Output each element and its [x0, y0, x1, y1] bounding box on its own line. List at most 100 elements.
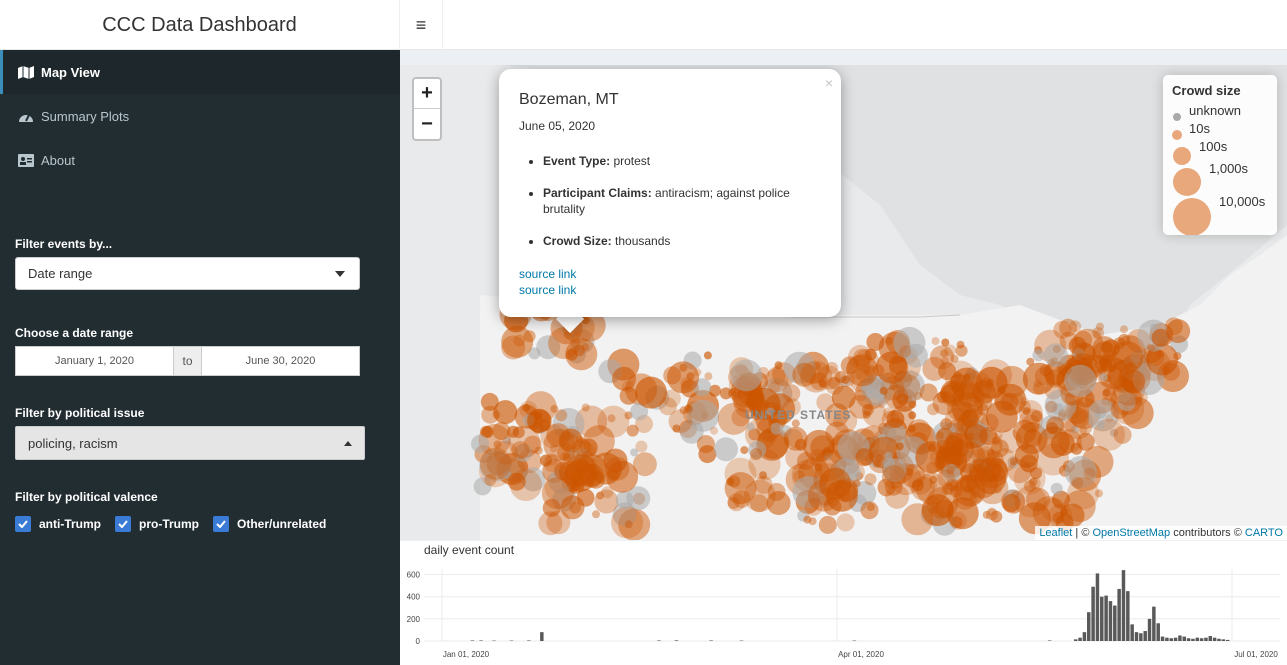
event-marker[interactable]	[1059, 331, 1078, 350]
event-marker[interactable]	[911, 479, 924, 492]
checkbox-other-unrelated[interactable]: Other/unrelated	[213, 516, 326, 532]
event-marker[interactable]	[797, 452, 815, 471]
event-marker[interactable]	[471, 434, 489, 453]
event-marker[interactable]	[684, 404, 693, 413]
event-marker[interactable]	[1059, 507, 1068, 516]
event-marker[interactable]	[862, 410, 871, 419]
issue-select[interactable]: policing, racism	[15, 426, 365, 460]
event-marker[interactable]	[952, 460, 961, 469]
source-link[interactable]: source link	[519, 267, 576, 281]
hamburger-icon[interactable]: ≡	[416, 15, 427, 36]
event-marker[interactable]	[1032, 349, 1045, 362]
date-end-input[interactable]: June 30, 2020	[201, 346, 360, 376]
event-marker[interactable]	[667, 361, 700, 394]
event-marker[interactable]	[730, 359, 763, 392]
event-marker[interactable]	[955, 344, 968, 357]
event-marker[interactable]	[703, 351, 712, 360]
sidebar-item-map-view[interactable]: Map View	[0, 50, 400, 94]
event-marker[interactable]	[818, 515, 837, 534]
event-marker[interactable]	[523, 330, 536, 343]
event-marker[interactable]	[864, 473, 877, 486]
sidebar-item-about[interactable]: About	[0, 138, 400, 182]
checkbox-checked-icon[interactable]	[15, 516, 31, 532]
event-marker[interactable]	[686, 372, 695, 381]
checkbox-pro-trump[interactable]: pro-Trump	[115, 516, 199, 532]
event-marker[interactable]	[607, 414, 616, 423]
event-marker[interactable]	[1029, 477, 1038, 486]
event-marker[interactable]	[576, 488, 595, 507]
event-marker[interactable]	[714, 437, 738, 462]
event-marker[interactable]	[615, 490, 634, 509]
event-marker[interactable]	[1102, 387, 1115, 400]
event-marker[interactable]	[783, 426, 808, 451]
event-marker[interactable]	[1014, 485, 1047, 518]
event-marker[interactable]	[1026, 357, 1035, 366]
event-marker[interactable]	[881, 464, 906, 489]
osm-link[interactable]: OpenStreetMap	[1092, 527, 1170, 539]
leaflet-link[interactable]: Leaflet	[1039, 527, 1072, 539]
sidebar-toggle-button[interactable]: ≡	[400, 0, 443, 50]
event-marker[interactable]	[759, 471, 767, 480]
event-marker[interactable]	[1151, 328, 1170, 347]
event-marker[interactable]	[953, 485, 978, 510]
event-marker[interactable]	[1071, 476, 1084, 489]
event-marker[interactable]	[866, 333, 885, 351]
event-marker[interactable]	[884, 336, 893, 345]
event-map[interactable]: UNITED STATES + − Crowd size unknown 10s…	[400, 65, 1287, 540]
event-marker[interactable]	[944, 344, 957, 357]
event-marker[interactable]	[740, 446, 749, 455]
event-marker[interactable]	[522, 403, 531, 412]
event-marker[interactable]	[1166, 319, 1191, 344]
zoom-out-button[interactable]: −	[414, 109, 440, 139]
event-marker[interactable]	[668, 409, 693, 434]
event-marker[interactable]	[889, 382, 898, 391]
event-marker[interactable]	[960, 463, 978, 482]
event-marker[interactable]	[950, 367, 983, 400]
event-marker[interactable]	[493, 400, 518, 425]
event-marker[interactable]	[866, 503, 875, 511]
event-marker[interactable]	[908, 411, 917, 420]
event-marker[interactable]	[1020, 397, 1029, 406]
event-marker[interactable]	[1100, 341, 1113, 353]
checkbox-checked-icon[interactable]	[213, 516, 229, 532]
event-marker[interactable]	[1118, 333, 1131, 346]
source-link[interactable]: source link	[519, 283, 576, 297]
event-marker[interactable]	[994, 431, 1003, 440]
event-marker[interactable]	[886, 410, 905, 428]
event-marker[interactable]	[612, 366, 636, 391]
event-marker[interactable]	[630, 448, 639, 457]
event-marker[interactable]	[507, 425, 520, 438]
event-marker[interactable]	[1120, 325, 1128, 334]
checkbox-checked-icon[interactable]	[115, 516, 131, 532]
checkbox-anti-trump[interactable]: anti-Trump	[15, 516, 101, 532]
event-marker[interactable]	[1146, 343, 1155, 352]
event-marker[interactable]	[774, 361, 783, 370]
event-marker[interactable]	[493, 440, 518, 465]
event-marker[interactable]	[743, 479, 776, 512]
event-marker[interactable]	[836, 513, 855, 532]
event-marker[interactable]	[1092, 327, 1105, 339]
event-marker[interactable]	[541, 477, 574, 510]
event-marker[interactable]	[549, 444, 558, 453]
zoom-in-button[interactable]: +	[414, 79, 440, 109]
event-marker[interactable]	[1098, 356, 1111, 369]
event-marker[interactable]	[635, 376, 667, 409]
event-marker[interactable]	[572, 441, 596, 466]
event-marker[interactable]	[826, 361, 838, 374]
event-marker[interactable]	[895, 442, 904, 451]
event-marker[interactable]	[570, 479, 579, 488]
event-marker[interactable]	[936, 456, 945, 464]
event-marker[interactable]	[1111, 341, 1144, 374]
event-marker[interactable]	[624, 520, 633, 529]
event-marker[interactable]	[1034, 367, 1053, 385]
event-marker[interactable]	[855, 348, 880, 373]
filter-by-select[interactable]: Date range	[15, 257, 360, 290]
event-marker[interactable]	[855, 448, 874, 467]
event-marker[interactable]	[804, 497, 823, 516]
event-marker[interactable]	[908, 400, 917, 409]
event-marker[interactable]	[1071, 409, 1090, 428]
event-marker[interactable]	[509, 469, 542, 502]
event-marker[interactable]	[581, 403, 590, 412]
event-marker[interactable]	[538, 511, 563, 536]
event-marker[interactable]	[1097, 420, 1105, 429]
